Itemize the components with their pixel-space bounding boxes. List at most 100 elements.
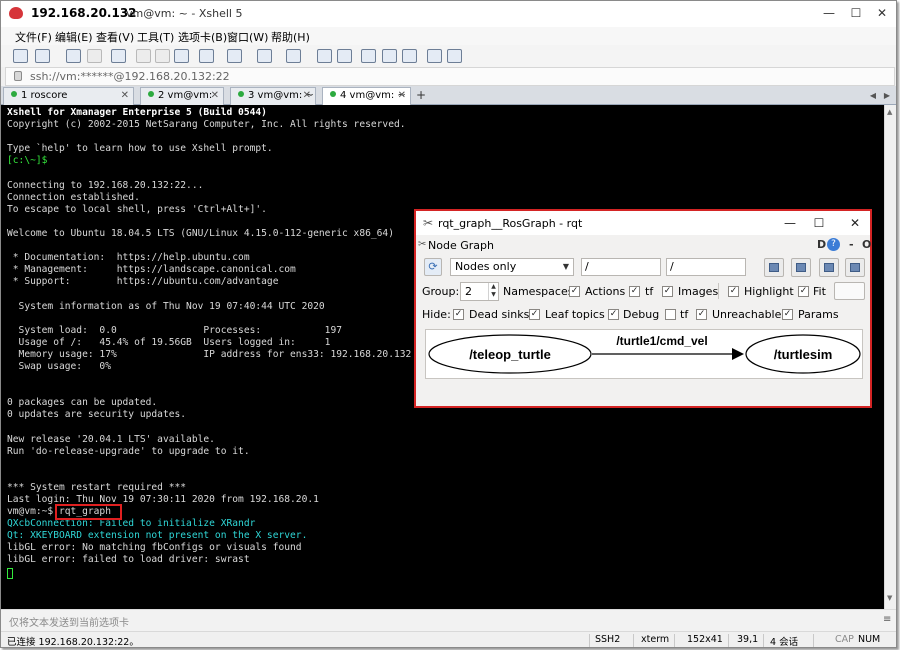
title-bar: 192.168.20.132 vm@vm: ~ - Xshell 5 — ☐ ✕	[1, 1, 896, 27]
caps-lock-indicator: CAP	[835, 634, 854, 645]
chat-icon[interactable]	[447, 49, 462, 63]
tab-scroll-left-icon[interactable]: ◀	[867, 88, 879, 103]
tab-session-4[interactable]: 4 vm@vm: ~ ✕	[322, 87, 411, 105]
rqt-minimize-button[interactable]: —	[783, 215, 797, 231]
ros-graph-canvas[interactable]: /teleop_turtle /turtle1/cmd_vel /turtles…	[425, 329, 863, 379]
menu-tools[interactable]: 工具(T)	[137, 29, 174, 45]
fullscreen-icon[interactable]	[361, 49, 376, 63]
open-folder-icon[interactable]	[35, 49, 50, 63]
print-icon[interactable]	[199, 49, 214, 63]
tab-scroll-right-icon[interactable]: ▶	[881, 88, 893, 103]
tab-session-3[interactable]: 3 vm@vm: ~ ✕	[230, 87, 316, 105]
terminal-line: Usage of /: 45.4% of 19.56GB Users logge…	[7, 336, 331, 348]
transfer-icon[interactable]	[227, 49, 242, 63]
terminal-line: Connecting to 192.168.20.132:22...	[7, 179, 204, 191]
tab-close-icon[interactable]: ✕	[121, 88, 129, 104]
spin-arrows-icon[interactable]: ▲ ▼	[488, 283, 498, 300]
save-dot-icon[interactable]	[791, 258, 811, 277]
layout-icon[interactable]	[402, 49, 417, 63]
debug-checkbox[interactable]: ✓	[608, 309, 619, 320]
scroll-down-icon[interactable]: ▼	[887, 594, 892, 602]
terminal-line: Connection established.	[7, 191, 140, 203]
actions-label: Actions	[585, 285, 626, 298]
fit-checkbox[interactable]: ✓	[798, 286, 809, 297]
reconnect-icon[interactable]	[66, 49, 81, 63]
params-checkbox[interactable]: ✓	[782, 309, 793, 320]
tf-checkbox[interactable]: ✓	[662, 286, 673, 297]
menu-file[interactable]: 文件(F)	[15, 29, 52, 45]
refresh-icon[interactable]: ⟳	[424, 258, 442, 276]
keyboard-icon[interactable]	[427, 49, 442, 63]
rqt-close-button[interactable]: ✕	[848, 215, 862, 231]
graph-mode-select[interactable]: Nodes only ▼	[450, 258, 574, 276]
topic-filter-input[interactable]: /	[666, 258, 746, 276]
address-bar[interactable]: ssh://vm:******@192.168.20.132:22	[5, 67, 895, 86]
tab-session-1[interactable]: 1 roscore http://vm:113... ✕	[3, 87, 134, 117]
send-text-placeholder: 仅将文本发送到当前选项卡	[9, 618, 129, 629]
tab-close-icon[interactable]: ✕	[211, 88, 219, 104]
unreachable-checkbox[interactable]: ✓	[696, 309, 707, 320]
copy-icon[interactable]	[136, 49, 151, 63]
rqt-graph-window: ✂ rqt_graph__RosGraph - rqt — ☐ ✕ ✂ Node…	[414, 209, 872, 408]
actions-checkbox[interactable]: ✓	[629, 286, 640, 297]
save-image-icon[interactable]	[845, 258, 865, 277]
save-svg-icon[interactable]	[819, 258, 839, 277]
properties-icon[interactable]	[111, 49, 126, 63]
namespace-filter-input[interactable]: /	[581, 258, 661, 276]
menu-tabs[interactable]: 选项卡(B)	[178, 29, 227, 45]
group-spinbox[interactable]: 2 ▲ ▼	[460, 282, 499, 301]
load-dot-icon[interactable]	[764, 258, 784, 277]
connected-dot-icon	[11, 91, 17, 97]
namespaces-checkbox[interactable]: ✓	[569, 286, 580, 297]
terminal-line: To escape to local shell, press 'Ctrl+Al…	[7, 203, 267, 215]
leaf-topics-checkbox[interactable]: ✓	[529, 309, 540, 320]
scroll-up-icon[interactable]: ▲	[887, 108, 892, 116]
num-lock-indicator: NUM	[858, 634, 881, 645]
close-button[interactable]: ✕	[874, 5, 890, 21]
globe-icon[interactable]	[257, 49, 272, 63]
chevron-down-icon: ▼	[562, 262, 569, 271]
terminal-line: *** System restart required ***	[7, 481, 187, 493]
maximize-button[interactable]: ☐	[848, 5, 864, 21]
dead-sinks-checkbox[interactable]: ✓	[453, 309, 464, 320]
terminal-size: 152x41	[687, 634, 723, 645]
menu-help[interactable]: 帮助(H)	[271, 29, 310, 45]
terminal-line: Qt: XKEYBOARD extension not present on t…	[7, 530, 308, 542]
send-text-bar[interactable]: 仅将文本发送到当前选项卡 ≡	[1, 609, 896, 631]
paste-icon[interactable]	[155, 49, 170, 63]
plugin-close-button[interactable]: O	[862, 238, 871, 251]
find-icon[interactable]	[174, 49, 189, 63]
lock-icon[interactable]	[382, 49, 397, 63]
tab-close-icon[interactable]: ✕	[303, 88, 311, 104]
new-tab-button[interactable]: +	[414, 88, 428, 103]
highlight-checkbox[interactable]: ✓	[728, 286, 739, 297]
menu-view[interactable]: 查看(V)	[96, 29, 134, 45]
disconnect-icon[interactable]	[87, 49, 102, 63]
plugin-d-button[interactable]: D	[817, 238, 826, 251]
xagent-icon[interactable]	[337, 49, 352, 63]
tab-session-2[interactable]: 2 vm@vm: ~ ✕	[140, 87, 224, 117]
menu-window[interactable]: 窗口(W)	[227, 29, 268, 45]
font-icon[interactable]	[286, 49, 301, 63]
new-session-icon[interactable]	[13, 49, 28, 63]
xftp-icon[interactable]	[317, 49, 332, 63]
help-icon[interactable]: ?	[827, 238, 840, 251]
menu-lines-icon[interactable]: ≡	[883, 614, 891, 625]
hide-tf-checkbox[interactable]	[665, 309, 676, 320]
unreachable-label: Unreachable	[712, 308, 782, 321]
rqt-maximize-button[interactable]: ☐	[812, 215, 826, 231]
hide-tf-label: tf	[680, 308, 689, 321]
menu-edit[interactable]: 编辑(E)	[55, 29, 93, 45]
terminal-line: * Management: https://landscape.canonica…	[7, 264, 296, 276]
topic-label: /turtle1/cmd_vel	[616, 334, 707, 348]
fit-in-view-button[interactable]	[834, 282, 865, 300]
terminal-scrollbar[interactable]: ▲ ▼	[884, 105, 896, 609]
terminal-line: libGL error: failed to load driver: swra…	[7, 554, 250, 566]
tab-close-icon[interactable]: ✕	[398, 88, 406, 104]
terminal-line: Swap usage: 0%	[7, 360, 111, 372]
minimize-button[interactable]: —	[821, 5, 837, 21]
plugin-minimize-button[interactable]: -	[849, 238, 854, 251]
